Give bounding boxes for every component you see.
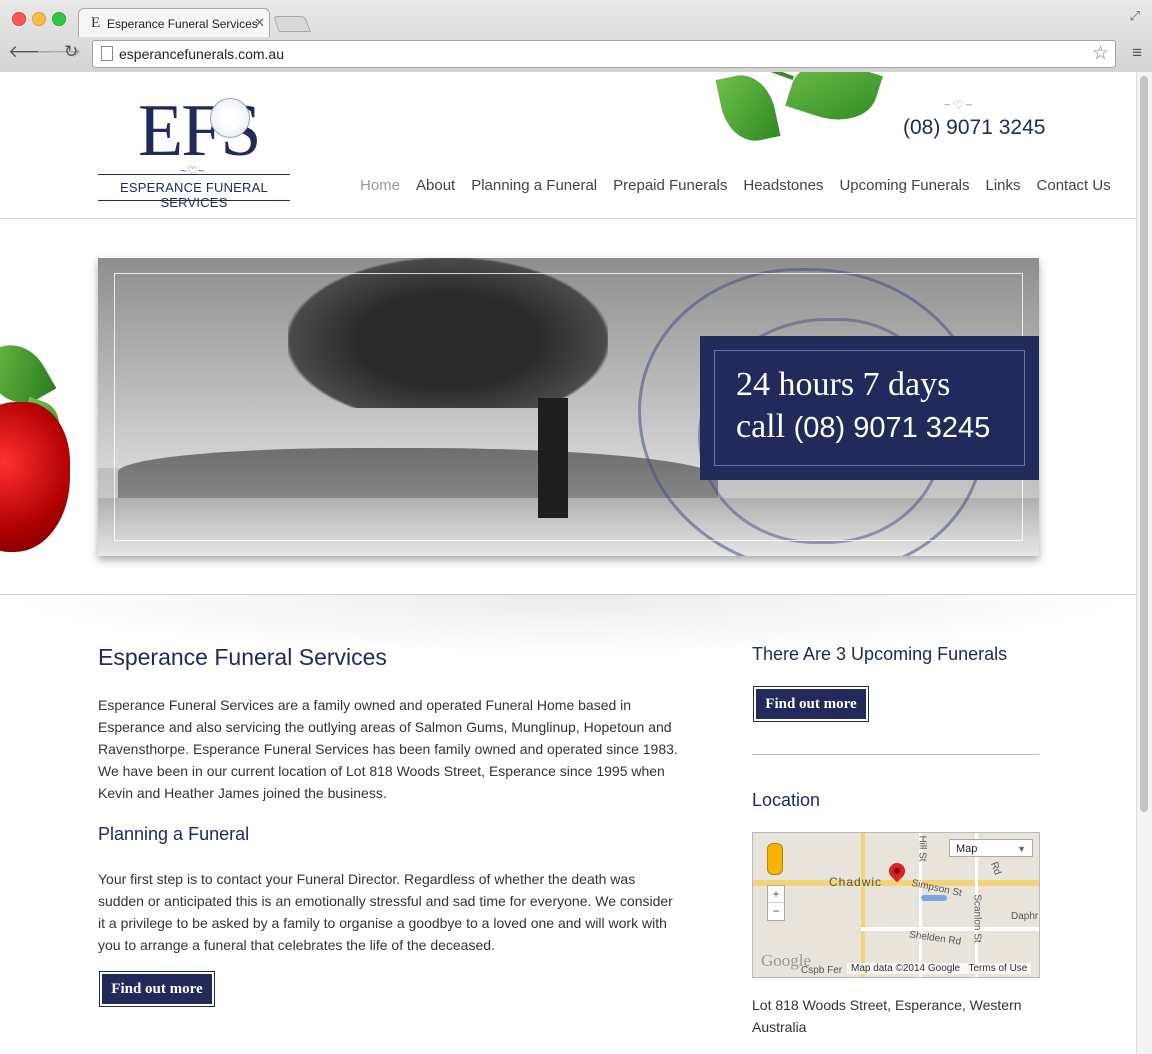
leaf-decoration-icon (785, 72, 883, 132)
hero-headline: 24 hours 7 days (736, 366, 951, 403)
zoom-out-icon[interactable]: − (768, 902, 784, 919)
red-rose-decoration (0, 332, 84, 592)
page-icon (101, 46, 113, 61)
address-text: Lot 818 Woods Street, Esperance, Western… (752, 997, 1022, 1035)
map-water (921, 895, 947, 901)
header-divider (0, 218, 1136, 219)
nav-item-about[interactable]: About (416, 177, 455, 194)
location-heading: Location (752, 790, 821, 810)
nav-item-links[interactable]: Links (986, 177, 1021, 194)
hero-call-prefix: call (736, 408, 786, 445)
nav-item-home[interactable]: Home (360, 177, 400, 194)
map-road (861, 833, 865, 977)
favicon-icon: E (91, 15, 101, 31)
map-label-daphne: Daphr (1011, 911, 1039, 922)
logo-text: ESPERANCE FUNERAL SERVICES (120, 180, 268, 210)
new-tab-button[interactable] (273, 16, 311, 32)
heart-ornament-icon: ~♡~ (944, 98, 975, 112)
map-marker-icon[interactable] (885, 859, 909, 883)
address-bar[interactable]: esperancefunerals.com.au ☆ (92, 40, 1116, 68)
web-page: EFS ~♡~ ESPERANCE FUNERAL SERVICES ~♡~ (… (0, 72, 1136, 1054)
hero-callout: 24 hours 7 days call (08) 9071 3245 (700, 336, 1039, 480)
bookmark-star-icon[interactable]: ☆ (1092, 42, 1109, 65)
rose-logo-icon (210, 98, 250, 138)
browser-menu-icon[interactable]: ≡ (1132, 43, 1142, 63)
find-out-more-button[interactable]: Find out more (99, 971, 215, 1007)
google-logo[interactable]: Google (761, 951, 811, 971)
map-attribution: Map data ©2014 Google Terms of Use (847, 963, 1032, 974)
browser-chrome: E Esperance Funeral Services ✕ ⤢ 🡐 🡒 ↻ e… (0, 0, 1152, 73)
map-zoom-control[interactable]: + − (767, 885, 785, 921)
nav-item-upcoming-funerals[interactable]: Upcoming Funerals (839, 177, 969, 194)
site-logo[interactable]: EFS ~♡~ ESPERANCE FUNERAL SERVICES (98, 94, 290, 210)
hero-phone[interactable]: (08) 9071 3245 (794, 412, 991, 444)
tab-title: Esperance Funeral Services (107, 17, 258, 31)
map-label-scanlon: Scanlon St (971, 894, 983, 943)
main-nav: Home About Planning a Funeral Prepaid Fu… (360, 177, 1127, 194)
nav-item-planning-a-funeral[interactable]: Planning a Funeral (471, 177, 597, 194)
map-data-text: Map data ©2014 Google (851, 963, 961, 974)
map-label-chadwick: Chadwic (829, 875, 883, 889)
header-phone[interactable]: (08) 9071 3245 (903, 116, 1045, 140)
map-label-road: Rd (988, 860, 1003, 877)
leaf-stem (770, 72, 794, 80)
map-label-hill: Hill St (916, 835, 928, 862)
nav-item-contact-us[interactable]: Contact Us (1037, 177, 1111, 194)
street-view-pegman-icon[interactable] (767, 843, 783, 875)
nav-item-prepaid-funerals[interactable]: Prepaid Funerals (613, 177, 727, 194)
upcoming-find-out-more-button[interactable]: Find out more (753, 686, 869, 722)
map-label-shelden: Shelden Rd (908, 929, 962, 948)
map-type-select[interactable]: Map ▼ (949, 839, 1033, 857)
browser-tab[interactable]: E Esperance Funeral Services ✕ (78, 8, 270, 37)
leaf-decoration-icon (715, 72, 781, 147)
zoom-in-icon[interactable]: + (768, 886, 784, 902)
url-text[interactable]: esperancefunerals.com.au (119, 46, 284, 62)
sidebar-divider (752, 754, 1039, 755)
heart-ornament-icon: ~♡~ (180, 164, 205, 178)
terms-of-use-link[interactable]: Terms of Use (968, 963, 1027, 974)
map-type-label: Map (956, 843, 978, 855)
map-road (861, 927, 1039, 931)
scrollbar-thumb[interactable] (1140, 76, 1148, 812)
hero-banner: 24 hours 7 days call (08) 9071 3245 (98, 258, 1039, 556)
map-marker-dot (892, 866, 902, 876)
close-window-button[interactable] (12, 12, 26, 26)
location-map[interactable]: Chadwic Simpson St Shelden Rd Scanlon St… (752, 832, 1040, 978)
maximize-window-button[interactable] (52, 12, 66, 26)
chevron-down-icon: ▼ (1017, 844, 1026, 854)
upcoming-funerals-heading: There Are 3 Upcoming Funerals (752, 644, 1008, 664)
page-scrollbar[interactable] (1136, 72, 1152, 1054)
logo-divider (98, 200, 290, 201)
tab-close-icon[interactable]: ✕ (254, 15, 265, 31)
hero-call-line: call (08) 9071 3245 (736, 408, 990, 446)
planning-paragraph: Your first step is to contact your Funer… (98, 871, 673, 953)
fullscreen-icon[interactable]: ⤢ (1130, 8, 1140, 24)
intro-paragraph: Esperance Funeral Services are a family … (98, 697, 678, 801)
nav-item-headstones[interactable]: Headstones (743, 177, 823, 194)
reload-icon[interactable]: ↻ (64, 42, 78, 62)
rose-flower-icon (0, 402, 70, 552)
minimize-window-button[interactable] (32, 12, 46, 26)
logo-divider (98, 174, 290, 175)
planning-heading: Planning a Funeral (98, 824, 250, 844)
page-title: Esperance Funeral Services (98, 644, 387, 670)
